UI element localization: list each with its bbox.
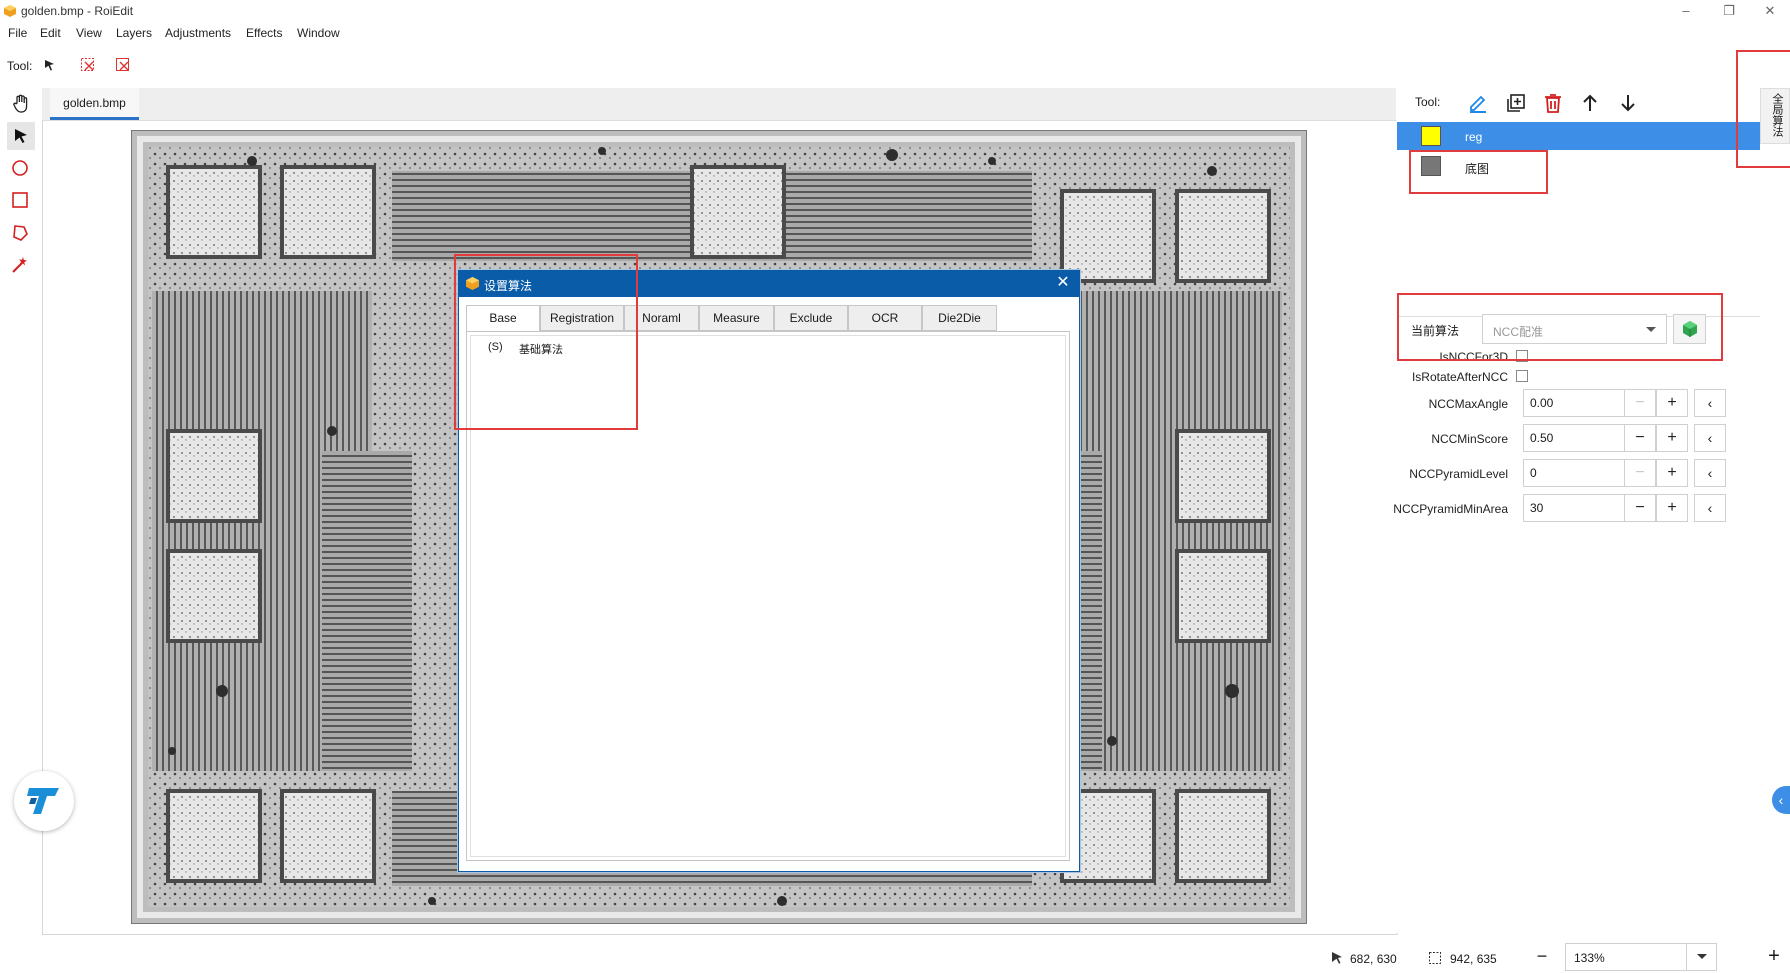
dialog-close-icon[interactable]: ✕	[1053, 273, 1073, 293]
document-tab[interactable]: golden.bmp	[50, 88, 139, 120]
menu-adjustments[interactable]: Adjustments	[165, 26, 231, 40]
clear-all-icon[interactable]	[114, 56, 132, 74]
layer-color-swatch	[1421, 126, 1441, 146]
annotation-box-algorithm	[1397, 293, 1723, 361]
annotation-box-side-tab	[1736, 50, 1790, 168]
app-icon	[4, 5, 16, 17]
nccpyramidlevel-increment-button[interactable]: +	[1656, 459, 1688, 487]
menu-window[interactable]: Window	[297, 26, 340, 40]
nccmaxangle-input[interactable]: 0.00	[1523, 389, 1625, 417]
selection-size: 942, 635	[1450, 952, 1497, 966]
toolbox	[0, 88, 40, 288]
zoom-select[interactable]: 133%	[1565, 943, 1717, 971]
expand-panel-chevron-icon[interactable]: ‹	[1772, 786, 1790, 814]
status-bar: 682, 630 942, 635 − 133% +	[0, 940, 1790, 973]
minimize-button[interactable]: –	[1672, 2, 1700, 20]
circle-tool-icon[interactable]	[9, 157, 31, 179]
cursor-position-icon	[1332, 952, 1342, 964]
annotation-box-dialog-tabs	[454, 254, 638, 430]
zoom-out-button[interactable]: −	[1526, 944, 1558, 968]
move-down-icon[interactable]	[1615, 90, 1641, 116]
menu-layers[interactable]: Layers	[116, 26, 152, 40]
window-title: golden.bmp - RoiEdit	[21, 4, 134, 18]
prop-label-isrotateafterncc: IsRotateAfterNCC	[1411, 370, 1508, 384]
nccpyramidminarea-chevron-left-icon[interactable]: ‹	[1694, 494, 1726, 522]
tab-measure[interactable]: Measure	[699, 305, 774, 331]
isrotateafterncc-checkbox[interactable]	[1516, 370, 1528, 382]
nccminscore-chevron-left-icon[interactable]: ‹	[1694, 424, 1726, 452]
select-tool-icon[interactable]	[7, 122, 35, 150]
nccpyramidlevel-decrement-button[interactable]: −	[1624, 459, 1656, 487]
zoom-in-button[interactable]: +	[1760, 944, 1788, 968]
zoom-dropdown-chevron-icon[interactable]	[1686, 944, 1717, 970]
nccmaxangle-increment-button[interactable]: +	[1656, 389, 1688, 417]
nccmaxangle-decrement-button[interactable]: −	[1624, 389, 1656, 417]
clear-selection-icon[interactable]	[79, 56, 97, 74]
selection-size-icon	[1429, 952, 1441, 964]
nccminscore-input[interactable]: 0.50	[1523, 424, 1625, 452]
nccpyramidminarea-decrement-button[interactable]: −	[1624, 494, 1656, 522]
layer-row-reg[interactable]: reg	[1397, 122, 1760, 150]
assistant-logo-button[interactable]	[14, 771, 74, 831]
logo-icon	[27, 788, 59, 814]
annotation-box-layer	[1409, 150, 1548, 194]
prop-label-nccmaxangle: NCCMaxAngle	[1428, 397, 1508, 411]
nccpyramidlevel-chevron-left-icon[interactable]: ‹	[1694, 459, 1726, 487]
rectangle-tool-icon[interactable]	[9, 189, 31, 211]
close-window-button[interactable]: ✕	[1756, 2, 1784, 20]
magic-wand-icon[interactable]	[9, 254, 31, 276]
menu-effects[interactable]: Effects	[246, 26, 282, 40]
nccmaxangle-chevron-left-icon[interactable]: ‹	[1694, 389, 1726, 417]
tool-label: Tool:	[7, 59, 33, 73]
nccpyramidminarea-input[interactable]: 30	[1523, 494, 1625, 522]
title-bar: golden.bmp - RoiEdit – ❐ ✕	[0, 0, 1790, 22]
move-up-icon[interactable]	[1577, 90, 1603, 116]
prop-label-nccminscore: NCCMinScore	[1431, 432, 1508, 446]
tool-bar: Tool:	[0, 52, 1790, 78]
edit-layer-icon[interactable]	[1465, 90, 1491, 116]
polygon-tool-icon[interactable]	[9, 222, 31, 244]
delete-layer-icon[interactable]	[1540, 90, 1566, 116]
hand-tool-icon[interactable]	[9, 92, 33, 116]
menu-edit[interactable]: Edit	[40, 26, 61, 40]
layers-tool-label: Tool:	[1415, 95, 1441, 109]
menu-file[interactable]: File	[8, 26, 27, 40]
tab-exclude[interactable]: Exclude	[774, 305, 848, 331]
tab-die2die[interactable]: Die2Die	[922, 305, 997, 331]
nccpyramidminarea-increment-button[interactable]: +	[1656, 494, 1688, 522]
zoom-value: 133%	[1574, 951, 1605, 965]
layer-name: reg	[1465, 130, 1483, 144]
nccminscore-increment-button[interactable]: +	[1656, 424, 1688, 452]
menu-view[interactable]: View	[76, 26, 102, 40]
nccminscore-decrement-button[interactable]: −	[1624, 424, 1656, 452]
cursor-position: 682, 630	[1350, 952, 1397, 966]
prop-label-nccpyramidminarea: NCCPyramidMinArea	[1393, 502, 1508, 516]
document-tab-strip	[42, 88, 1396, 121]
add-layer-icon[interactable]	[1503, 90, 1529, 116]
restore-button[interactable]: ❐	[1715, 2, 1743, 20]
menu-bar: File Edit View Layers Adjustments Effect…	[0, 22, 1790, 44]
prop-label-nccpyramidlevel: NCCPyramidLevel	[1409, 467, 1508, 481]
tab-ocr[interactable]: OCR	[848, 305, 922, 331]
pointer-tool-icon[interactable]	[42, 57, 58, 73]
nccpyramidlevel-input[interactable]: 0	[1523, 459, 1625, 487]
